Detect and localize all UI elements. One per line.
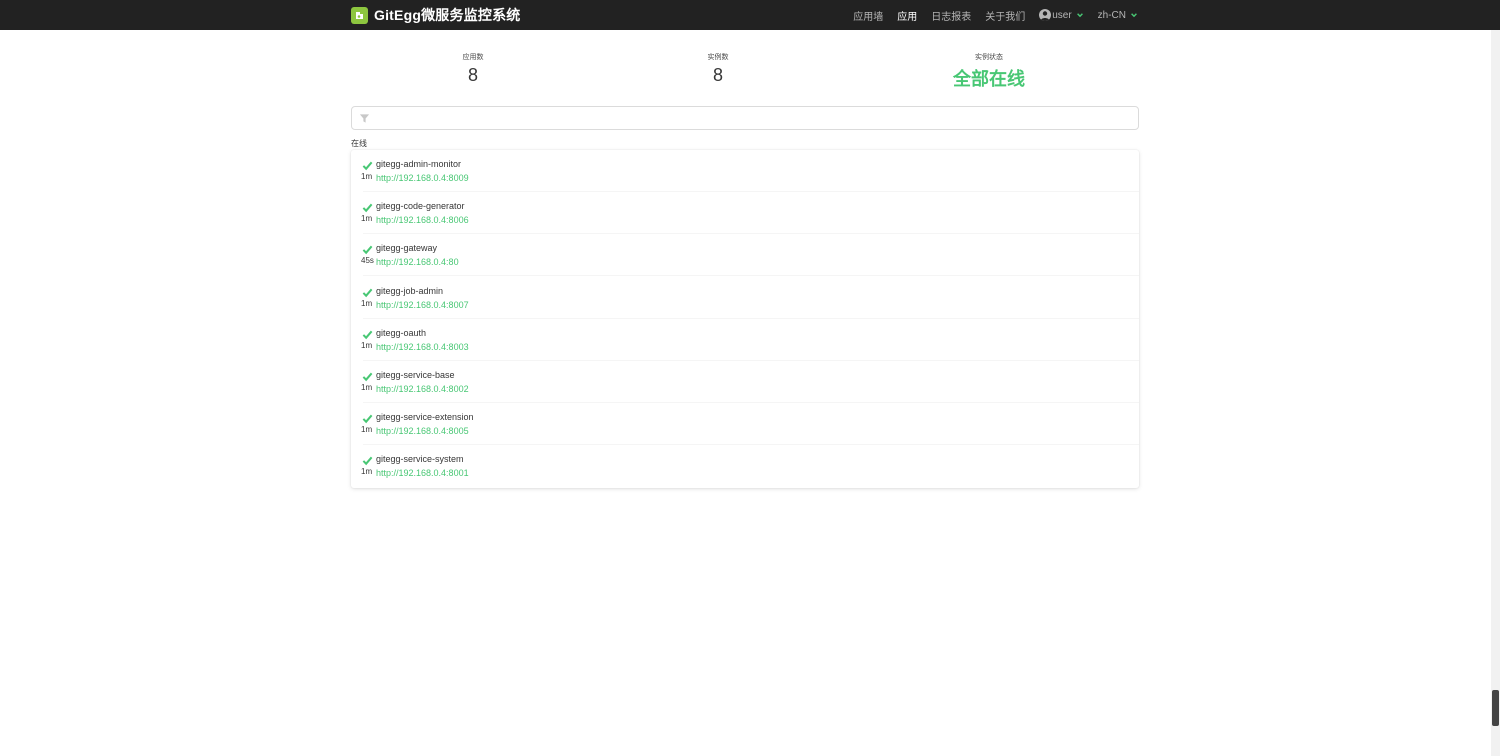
application-name: gitegg-service-system [376,454,464,465]
application-name: gitegg-admin-monitor [376,159,462,169]
application-url-link[interactable]: http://192.168.0.4:8006 [376,215,469,225]
applications-list: 1m gitegg-admin-monitor http://192.168.0.4… [351,150,1139,488]
language-label: zh-CN [1097,9,1126,21]
application-name: gitegg-service-extension [376,412,474,423]
stat-value: 8 [712,65,723,85]
language-menu[interactable]: zh-CN [1098,10,1138,21]
application-name: gitegg-code-generator [376,201,465,212]
check-icon [362,330,373,339]
stat-label: 实例状态 [975,54,1003,61]
nav-item-about[interactable]: 关于我们 [985,8,1025,23]
nav-menu: 应用墙 应用 日志报表 关于我们 user zh-CN [839,0,1138,30]
application-row[interactable]: 1m gitegg-code-generator http://192.168.0.… [351,192,1139,235]
application-url-link[interactable]: http://192.168.0.4:8007 [376,300,469,310]
chevron-down-icon [1131,13,1137,18]
scrollbar[interactable] [1491,30,1500,756]
brand[interactable]: GitEgg微服务监控系统 [351,6,520,24]
application-name: gitegg-oauth [376,327,427,338]
stat-applications: 应用数 8 [453,52,493,86]
application-url-link[interactable]: http://192.168.0.4:8005 [376,426,469,436]
instance-age: 1m [361,298,373,308]
instance-age: 1m [361,425,373,435]
brand-title: GitEgg微服务监控系统 [374,7,521,23]
instance-age: 1m [361,467,373,477]
filter-icon [359,114,370,123]
application-row[interactable]: 45s gitegg-gateway http://192.168.0.4:80 [351,234,1139,277]
stat-instance-status: 实例状态 全部在线 [939,52,1039,91]
application-url-link[interactable]: http://192.168.0.4:8009 [376,173,469,183]
instance-age: 1m [361,172,373,181]
stat-label: 应用数 [462,54,484,61]
application-row[interactable]: 1m gitegg-oauth http://192.168.0.4:8003 [351,319,1139,361]
stat-instances: 实例数 8 [698,52,738,86]
chevron-down-icon [1076,13,1083,18]
top-navbar: GitEgg微服务监控系统 应用墙 应用 日志报表 关于我们 user zh-C… [0,0,1500,30]
check-icon [362,372,373,382]
application-row[interactable]: 1m gitegg-service-system http://192.168.0.… [351,445,1139,487]
check-icon [362,161,373,171]
application-name: gitegg-job-admin [376,285,444,296]
stat-label: 实例数 [707,54,729,61]
application-url-link[interactable]: http://192.168.0.4:8001 [376,468,469,478]
user-name: user [1052,9,1072,21]
check-icon [362,414,373,424]
application-name: gitegg-service-base [376,370,455,380]
user-icon [1039,9,1052,21]
filter-input[interactable] [351,106,1139,130]
stats-bar: 应用数 8 实例数 8 实例状态 全部在线 [351,52,1139,98]
application-name: gitegg-gateway [376,243,438,254]
instance-age: 1m [361,383,373,392]
application-url-link[interactable]: http://192.168.0.4:8002 [376,384,469,394]
check-icon [362,246,373,255]
user-menu[interactable]: user [1039,9,1083,21]
nav-item-wallboard[interactable]: 应用墙 [853,8,883,23]
check-icon [362,457,373,466]
check-icon [362,288,373,297]
stat-value: 8 [467,65,478,85]
section-title-online: 在线 [351,139,367,148]
scrollbar-thumb[interactable] [1492,690,1499,726]
application-row[interactable]: 1m gitegg-service-extension http://192.168… [351,403,1139,446]
instance-age: 1m [361,340,373,350]
app-logo-icon [351,6,368,24]
application-url-link[interactable]: http://192.168.0.4:8003 [376,342,469,352]
application-row[interactable]: 1m gitegg-admin-monitor http://192.168.0.4… [351,150,1139,192]
instance-age: 1m [361,214,373,224]
nav-item-applications[interactable]: 应用 [897,8,917,23]
instance-age: 45s [361,256,374,266]
stat-value: 全部在线 [953,69,1025,89]
check-icon [362,203,373,213]
application-url-link[interactable]: http://192.168.0.4:80 [376,257,459,267]
application-row[interactable]: 1m gitegg-job-admin http://192.168.0.4:800… [351,277,1139,319]
application-row[interactable]: 1m gitegg-service-base http://192.168.0.4:… [351,361,1139,403]
nav-item-journal[interactable]: 日志报表 [931,8,971,23]
